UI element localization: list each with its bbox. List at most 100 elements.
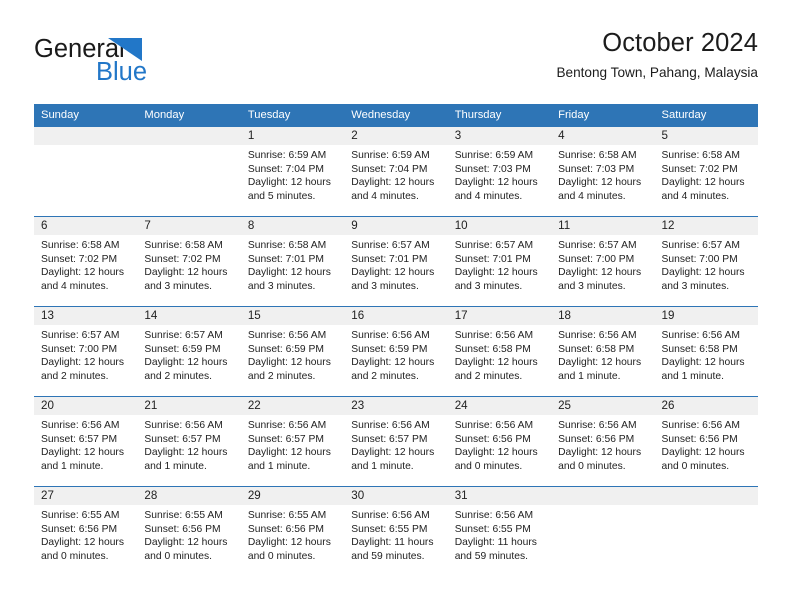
sunrise-time: Sunrise: 6:57 AM — [41, 330, 120, 341]
sunset-time: Sunset: 7:02 PM — [41, 253, 118, 265]
calendar-day-cell[interactable]: 23 Sunrise: 6:56 AM Sunset: 6:57 PM Dayligh… — [344, 396, 448, 487]
day-number: 15 — [240, 307, 345, 325]
day-number: 13 — [34, 307, 138, 325]
day-cell-inner: 6 Sunrise: 6:58 AM Sunset: 7:02 PM Daylight… — [34, 217, 138, 306]
weekday-header-thursday: Thursday — [447, 104, 552, 127]
daylight-duration-line1: Daylight: 12 hours — [41, 357, 124, 369]
calendar-day-cell[interactable]: 13 Sunrise: 6:57 AM Sunset: 7:00 PM Dayligh… — [34, 306, 138, 397]
weekday-header-sunday: Sunday — [34, 104, 138, 127]
calendar-day-cell[interactable]: 1 Sunrise: 6:59 AM Sunset: 7:04 PM Daylight… — [240, 126, 345, 217]
calendar-day-cell[interactable]: 21 Sunrise: 6:56 AM Sunset: 6:57 PM Dayligh… — [137, 396, 241, 487]
day-cell-details: Sunrise: 6:57 AM Sunset: 7:00 PM Daylight:… — [34, 325, 137, 383]
calendar-day-cell[interactable]: 24 Sunrise: 6:56 AM Sunset: 6:56 PM Dayligh… — [447, 396, 552, 487]
sunset-time: Sunset: 6:56 PM — [454, 433, 531, 445]
calendar-page: General Blue October 2024 Bentong Town, … — [0, 0, 792, 612]
calendar-day-cell[interactable]: 3 Sunrise: 6:59 AM Sunset: 7:03 PM Daylight… — [447, 126, 552, 217]
calendar-week-row: 1 Sunrise: 6:59 AM Sunset: 7:04 PM Daylight… — [34, 126, 758, 217]
sunrise-time: Sunrise: 6:55 AM — [41, 510, 120, 521]
day-number: 7 — [137, 217, 241, 235]
day-cell-inner: 20 Sunrise: 6:56 AM Sunset: 6:57 PM Dayligh… — [34, 397, 138, 486]
day-number: 22 — [240, 397, 345, 415]
day-cell-inner: 15 Sunrise: 6:56 AM Sunset: 6:59 PM Dayligh… — [240, 307, 345, 396]
daylight-duration-line2: and 1 minute. — [558, 370, 621, 382]
day-cell-inner — [34, 127, 138, 216]
brand-logo[interactable]: General Blue — [34, 32, 194, 84]
calendar-day-cell[interactable]: 18 Sunrise: 6:56 AM Sunset: 6:58 PM Dayligh… — [551, 306, 655, 397]
calendar-day-cell[interactable]: 9 Sunrise: 6:57 AM Sunset: 7:01 PM Daylight… — [344, 216, 448, 307]
calendar-day-cell[interactable]: 31 Sunrise: 6:56 AM Sunset: 6:55 PM Dayligh… — [447, 486, 552, 577]
sunset-time: Sunset: 6:56 PM — [558, 433, 635, 445]
sunrise-time: Sunrise: 6:56 AM — [144, 420, 223, 431]
sunset-time: Sunset: 7:02 PM — [144, 253, 221, 265]
sunrise-time: Sunrise: 6:57 AM — [351, 240, 430, 251]
sunset-time: Sunset: 7:04 PM — [247, 163, 324, 175]
sunrise-time: Sunrise: 6:56 AM — [661, 330, 740, 341]
calendar-day-cell[interactable]: 14 Sunrise: 6:57 AM Sunset: 6:59 PM Dayligh… — [137, 306, 241, 397]
sunset-time: Sunset: 6:56 PM — [144, 523, 221, 535]
day-cell-inner: 25 Sunrise: 6:56 AM Sunset: 6:56 PM Dayligh… — [551, 397, 655, 486]
day-cell-details: Sunrise: 6:56 AM Sunset: 6:57 PM Daylight:… — [34, 415, 137, 473]
calendar-day-cell[interactable]: 25 Sunrise: 6:56 AM Sunset: 6:56 PM Dayligh… — [551, 396, 655, 487]
day-number: 19 — [654, 307, 758, 325]
calendar-day-cell[interactable]: 22 Sunrise: 6:56 AM Sunset: 6:57 PM Dayligh… — [240, 396, 345, 487]
sunset-time: Sunset: 7:02 PM — [661, 163, 738, 175]
calendar-day-cell[interactable]: 17 Sunrise: 6:56 AM Sunset: 6:58 PM Dayligh… — [447, 306, 552, 397]
calendar-day-cell[interactable]: 29 Sunrise: 6:55 AM Sunset: 6:56 PM Dayligh… — [240, 486, 345, 577]
day-cell-inner: 27 Sunrise: 6:55 AM Sunset: 6:56 PM Dayligh… — [34, 487, 138, 577]
sunset-time: Sunset: 7:04 PM — [351, 163, 428, 175]
daylight-duration-line2: and 3 minutes. — [247, 280, 316, 292]
daylight-duration-line1: Daylight: 12 hours — [661, 447, 745, 459]
day-cell-inner: 29 Sunrise: 6:55 AM Sunset: 6:56 PM Dayligh… — [240, 487, 345, 577]
day-cell-details: Sunrise: 6:58 AM Sunset: 7:02 PM Daylight:… — [137, 235, 240, 293]
daylight-duration-line2: and 5 minutes. — [247, 190, 316, 202]
day-cell-details: Sunrise: 6:57 AM Sunset: 6:59 PM Daylight:… — [137, 325, 240, 383]
calendar-day-cell[interactable]: 7 Sunrise: 6:58 AM Sunset: 7:02 PM Daylight… — [137, 216, 241, 307]
calendar-day-cell[interactable]: 27 Sunrise: 6:55 AM Sunset: 6:56 PM Dayligh… — [34, 486, 138, 577]
day-cell-inner: 24 Sunrise: 6:56 AM Sunset: 6:56 PM Dayligh… — [447, 397, 552, 486]
daylight-duration-line2: and 3 minutes. — [558, 280, 626, 292]
calendar-day-cell[interactable]: 19 Sunrise: 6:56 AM Sunset: 6:58 PM Dayligh… — [654, 306, 758, 397]
daylight-duration-line1: Daylight: 12 hours — [41, 267, 124, 279]
daylight-duration-line1: Daylight: 12 hours — [351, 447, 435, 459]
day-cell-details: Sunrise: 6:57 AM Sunset: 7:00 PM Daylight:… — [551, 235, 654, 293]
sunset-time: Sunset: 6:57 PM — [41, 433, 118, 445]
calendar-day-cell[interactable]: 6 Sunrise: 6:58 AM Sunset: 7:02 PM Daylight… — [34, 216, 138, 307]
daylight-duration-line1: Daylight: 12 hours — [144, 537, 228, 549]
daylight-duration-line1: Daylight: 12 hours — [247, 267, 331, 279]
calendar-day-cell[interactable]: 16 Sunrise: 6:56 AM Sunset: 6:59 PM Dayligh… — [344, 306, 448, 397]
daylight-duration-line1: Daylight: 12 hours — [661, 177, 745, 189]
calendar-day-cell[interactable]: 4 Sunrise: 6:58 AM Sunset: 7:03 PM Daylight… — [551, 126, 655, 217]
day-cell-inner: 23 Sunrise: 6:56 AM Sunset: 6:57 PM Dayligh… — [344, 397, 448, 486]
calendar-day-cell[interactable]: 8 Sunrise: 6:58 AM Sunset: 7:01 PM Daylight… — [240, 216, 345, 307]
sunrise-time: Sunrise: 6:55 AM — [144, 510, 223, 521]
daylight-duration-line2: and 2 minutes. — [454, 370, 523, 382]
day-number: 18 — [551, 307, 655, 325]
day-number — [551, 487, 655, 505]
daylight-duration-line2: and 1 minute. — [144, 460, 207, 472]
sunset-time: Sunset: 6:58 PM — [558, 343, 635, 355]
day-cell-inner: 3 Sunrise: 6:59 AM Sunset: 7:03 PM Daylight… — [447, 127, 552, 216]
day-number — [34, 127, 138, 145]
calendar-day-cell[interactable]: 30 Sunrise: 6:56 AM Sunset: 6:55 PM Dayligh… — [344, 486, 448, 577]
calendar-day-cell[interactable]: 10 Sunrise: 6:57 AM Sunset: 7:01 PM Dayligh… — [447, 216, 552, 307]
calendar-day-cell[interactable]: 28 Sunrise: 6:55 AM Sunset: 6:56 PM Dayligh… — [137, 486, 241, 577]
calendar-day-cell[interactable]: 26 Sunrise: 6:56 AM Sunset: 6:56 PM Dayligh… — [654, 396, 758, 487]
day-number: 24 — [447, 397, 552, 415]
daylight-duration-line1: Daylight: 12 hours — [351, 267, 435, 279]
day-cell-details: Sunrise: 6:56 AM Sunset: 6:58 PM Daylight:… — [655, 325, 758, 383]
day-number: 5 — [654, 127, 758, 145]
day-number: 27 — [34, 487, 138, 505]
daylight-duration-line1: Daylight: 12 hours — [558, 447, 642, 459]
sunset-time: Sunset: 6:56 PM — [247, 523, 324, 535]
page-title: October 2024 — [602, 29, 758, 57]
calendar-day-cell[interactable]: 2 Sunrise: 6:59 AM Sunset: 7:04 PM Daylight… — [344, 126, 448, 217]
calendar-day-cell[interactable]: 20 Sunrise: 6:56 AM Sunset: 6:57 PM Dayligh… — [34, 396, 138, 487]
daylight-duration-line1: Daylight: 12 hours — [247, 537, 331, 549]
calendar-day-cell[interactable]: 15 Sunrise: 6:56 AM Sunset: 6:59 PM Dayligh… — [240, 306, 345, 397]
calendar-day-cell[interactable]: 5 Sunrise: 6:58 AM Sunset: 7:02 PM Daylight… — [654, 126, 758, 217]
calendar-day-cell[interactable]: 11 Sunrise: 6:57 AM Sunset: 7:00 PM Dayligh… — [551, 216, 655, 307]
calendar-day-cell[interactable]: 12 Sunrise: 6:57 AM Sunset: 7:00 PM Dayligh… — [654, 216, 758, 307]
day-cell-details: Sunrise: 6:55 AM Sunset: 6:56 PM Daylight:… — [241, 505, 344, 563]
day-number: 25 — [551, 397, 655, 415]
sunrise-time: Sunrise: 6:56 AM — [558, 330, 637, 341]
